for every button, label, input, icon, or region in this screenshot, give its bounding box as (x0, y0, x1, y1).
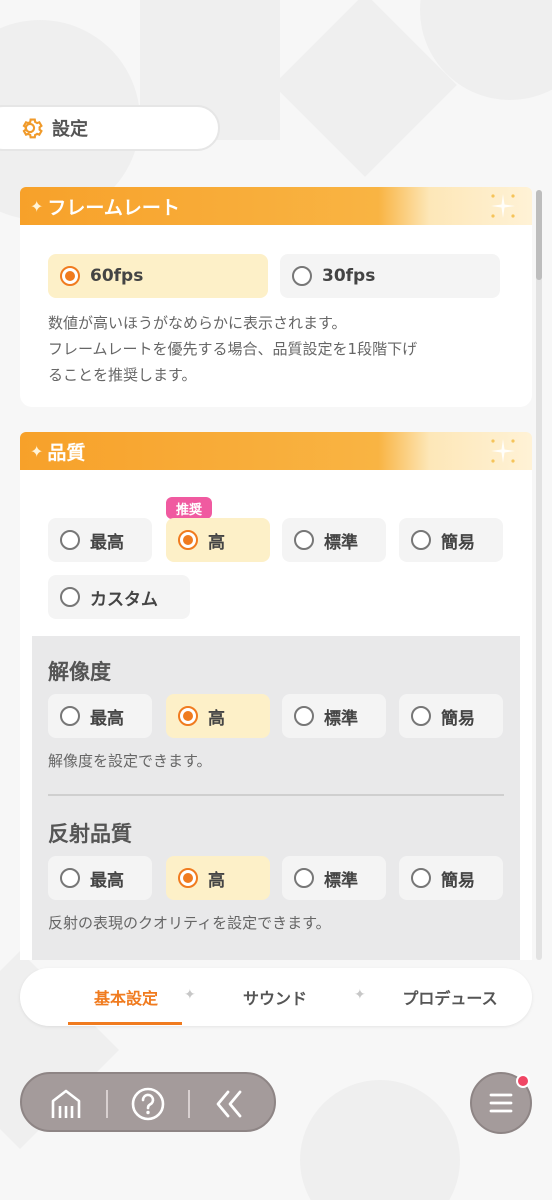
scrollbar-thumb[interactable] (536, 190, 542, 280)
home-icon (51, 1089, 81, 1118)
radio-button[interactable] (60, 706, 80, 726)
sparkle-decoration-icon (491, 194, 515, 218)
home-button[interactable] (44, 1082, 88, 1126)
quality-card: ✦ 品質 推奨 最高 高 標準 簡易 カスタム 解像度 最高 高 標準 簡易 解… (20, 432, 532, 960)
reflection-option-standard[interactable]: 標準 (282, 856, 386, 900)
quality-detail-panel: 解像度 最高 高 標準 簡易 解像度を設定できます。 反射品質 最高 高 標準 … (32, 636, 520, 960)
back-icon (216, 1090, 242, 1118)
quality-section-title: 品質 (47, 441, 86, 464)
bottom-navigation (20, 1072, 276, 1132)
radio-button[interactable] (294, 530, 314, 550)
framerate-card: ✦ フレームレート 60fps 30fps 数値が高いほうがなめらかに表示されま… (20, 187, 532, 407)
radio-button[interactable] (411, 706, 431, 726)
resolution-title: 解像度 (48, 660, 111, 684)
back-button[interactable] (208, 1082, 252, 1126)
reflection-option-simple[interactable]: 簡易 (399, 856, 503, 900)
reflection-description: 反射の表現のクオリティを設定できます。 (48, 914, 331, 932)
settings-header: 設定 (0, 105, 220, 151)
quality-section-header: ✦ 品質 (20, 432, 532, 470)
resolution-option-highest[interactable]: 最高 (48, 694, 152, 738)
framerate-description: 数値が高いほうがなめらかに表示されます。 フレームレートを優先する場合、品質設定… (48, 314, 418, 384)
reflection-option-high[interactable]: 高 (166, 856, 270, 900)
help-button[interactable] (126, 1082, 170, 1126)
menu-button[interactable] (470, 1072, 532, 1134)
radio-button[interactable] (178, 706, 198, 726)
radio-button[interactable] (178, 868, 198, 888)
gear-icon (22, 118, 43, 139)
resolution-option-standard[interactable]: 標準 (282, 694, 386, 738)
sparkle-decoration-icon (491, 439, 515, 463)
framerate-section-title: フレームレート (47, 196, 180, 219)
settings-content: ✦ フレームレート 60fps 30fps 数値が高いほうがなめらかに表示されま… (0, 160, 552, 960)
quality-option-highest[interactable]: 最高 (48, 518, 152, 562)
tab-produce[interactable]: プロデュース (372, 968, 528, 1026)
radio-button[interactable] (411, 530, 431, 550)
framerate-option-30fps[interactable]: 30fps (280, 254, 500, 298)
reflection-title: 反射品質 (48, 822, 132, 846)
tab-separator-icon: ✦ (184, 987, 196, 1003)
resolution-option-simple[interactable]: 簡易 (399, 694, 503, 738)
option-label: 30fps (322, 266, 376, 286)
section-divider (48, 794, 504, 796)
menu-icon (489, 1093, 513, 1113)
option-label: 60fps (90, 266, 144, 286)
resolution-option-high[interactable]: 高 (166, 694, 270, 738)
help-icon (131, 1087, 165, 1121)
nav-separator (106, 1090, 108, 1118)
radio-button[interactable] (60, 587, 80, 607)
framerate-section-header: ✦ フレームレート (20, 187, 532, 225)
radio-button[interactable] (294, 868, 314, 888)
page-title: 設定 (52, 119, 88, 140)
recommended-badge: 推奨 (166, 497, 213, 519)
settings-tab-bar: 基本設定 ✦ サウンド ✦ プロデュース (20, 968, 532, 1026)
radio-button[interactable] (294, 706, 314, 726)
tab-basic-settings[interactable]: 基本設定 (48, 968, 204, 1026)
sparkle-icon: ✦ (30, 196, 44, 216)
tab-sound[interactable]: サウンド (200, 968, 350, 1026)
active-tab-indicator (68, 1022, 182, 1025)
reflection-option-highest[interactable]: 最高 (48, 856, 152, 900)
radio-button[interactable] (178, 530, 198, 550)
quality-option-high[interactable]: 高 (166, 518, 270, 562)
notification-dot (516, 1074, 530, 1088)
sparkle-icon: ✦ (30, 441, 44, 461)
quality-option-custom[interactable]: カスタム (48, 575, 190, 619)
framerate-option-60fps[interactable]: 60fps (48, 254, 268, 298)
radio-button[interactable] (60, 266, 80, 286)
radio-button[interactable] (60, 530, 80, 550)
radio-button[interactable] (292, 266, 312, 286)
radio-button[interactable] (411, 868, 431, 888)
quality-option-standard[interactable]: 標準 (282, 518, 386, 562)
radio-button[interactable] (60, 868, 80, 888)
nav-separator (188, 1090, 190, 1118)
scrollbar[interactable] (536, 190, 542, 960)
resolution-description: 解像度を設定できます。 (48, 752, 212, 770)
tab-separator-icon: ✦ (354, 987, 366, 1003)
quality-option-simple[interactable]: 簡易 (399, 518, 503, 562)
